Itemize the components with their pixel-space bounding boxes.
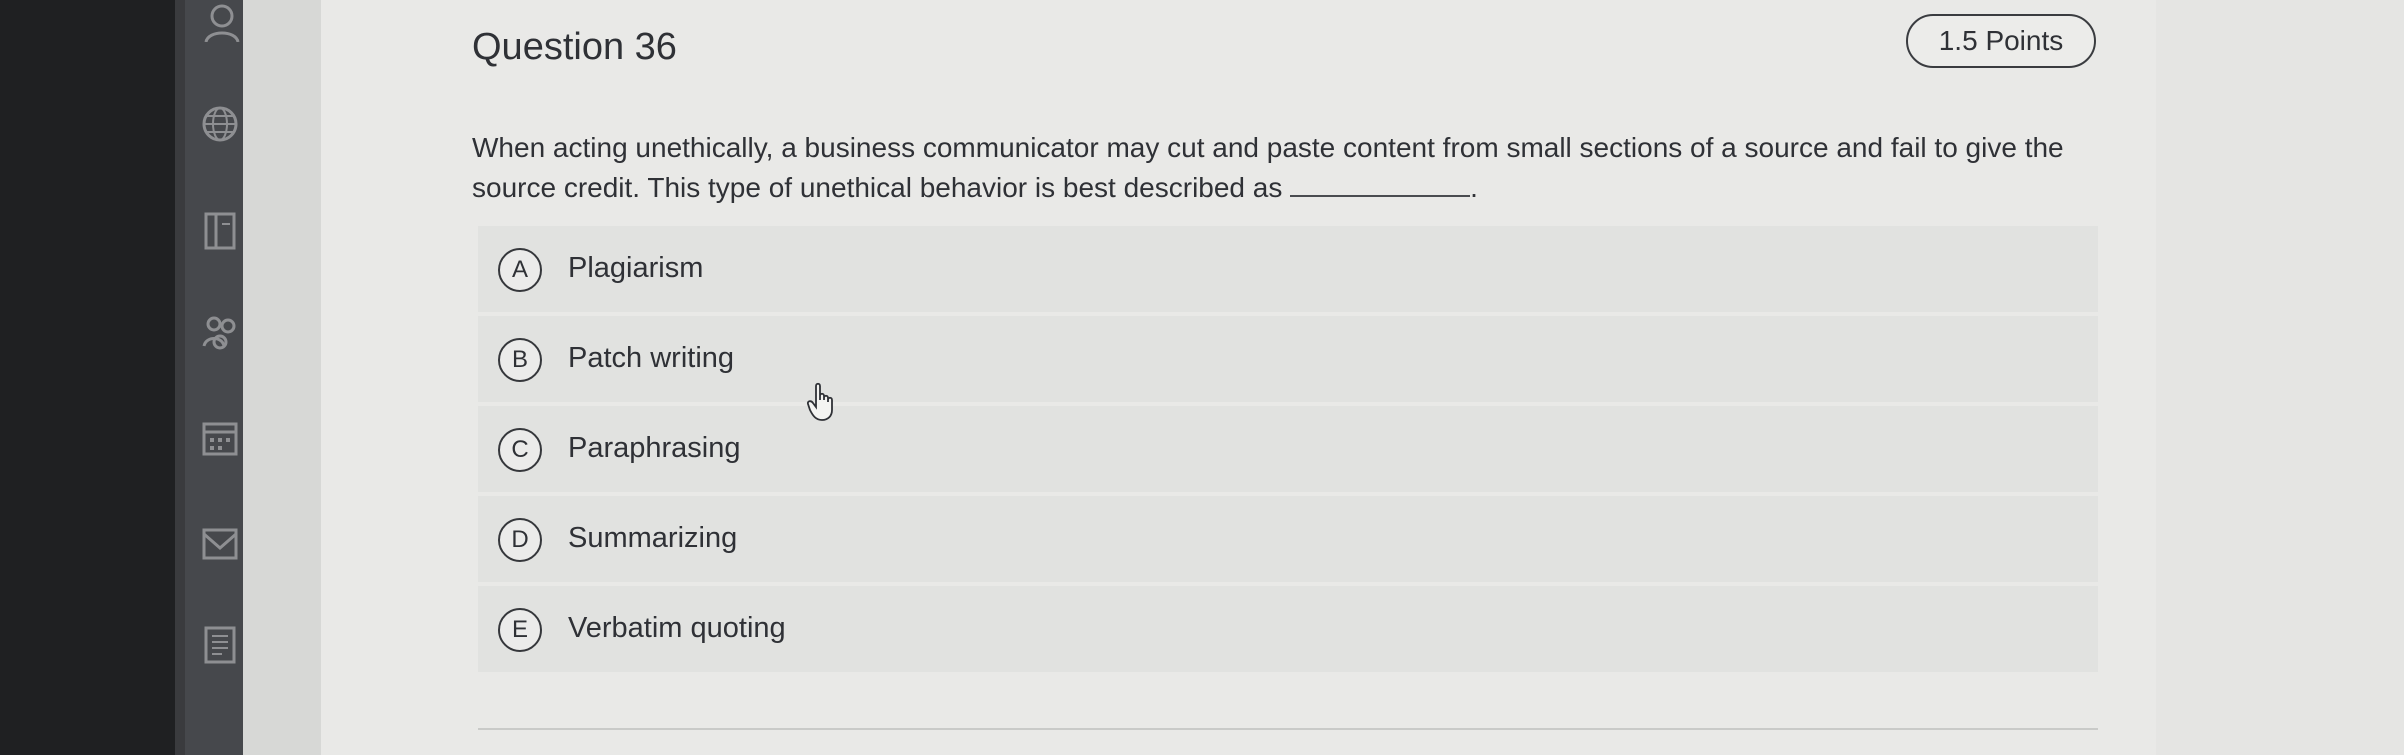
option-letter: A: [498, 248, 542, 292]
option-label: Patch writing: [568, 342, 735, 374]
option-letter: E: [498, 608, 542, 652]
globe-icon[interactable]: [200, 104, 240, 144]
answer-blank: [1290, 169, 1471, 197]
question-text-end: .: [1470, 172, 1478, 203]
group-icon[interactable]: [200, 312, 240, 352]
option-a[interactable]: A Plagiarism: [478, 226, 2098, 312]
option-label: Paraphrasing: [568, 432, 741, 464]
person-icon[interactable]: [200, 2, 240, 43]
question-title: Question 36: [472, 26, 677, 68]
inbox-icon[interactable]: [200, 524, 240, 564]
hand-cursor-icon: [806, 382, 836, 422]
left-bezel: [0, 0, 175, 755]
document-icon[interactable]: [200, 624, 240, 664]
question-text-body: When acting unethically, a business comm…: [472, 132, 2064, 203]
option-c[interactable]: C Paraphrasing: [478, 406, 2098, 492]
option-label: Verbatim quoting: [568, 612, 786, 644]
points-badge: 1.5 Points: [1906, 14, 2096, 68]
calendar-icon[interactable]: [200, 418, 240, 458]
book-icon[interactable]: [200, 210, 240, 250]
question-text: When acting unethically, a business comm…: [472, 128, 2092, 208]
option-label: Plagiarism: [568, 252, 704, 284]
option-d[interactable]: D Summarizing: [478, 496, 2098, 582]
option-letter: D: [498, 518, 542, 562]
option-letter: B: [498, 338, 542, 382]
sidebar-gap: [243, 0, 321, 755]
option-label: Summarizing: [568, 522, 738, 554]
right-area: [2156, 0, 2404, 755]
option-b[interactable]: B Patch writing: [478, 316, 2098, 402]
option-e[interactable]: E Verbatim quoting: [478, 586, 2098, 672]
option-letter: C: [498, 428, 542, 472]
bottom-divider: [478, 728, 2098, 730]
